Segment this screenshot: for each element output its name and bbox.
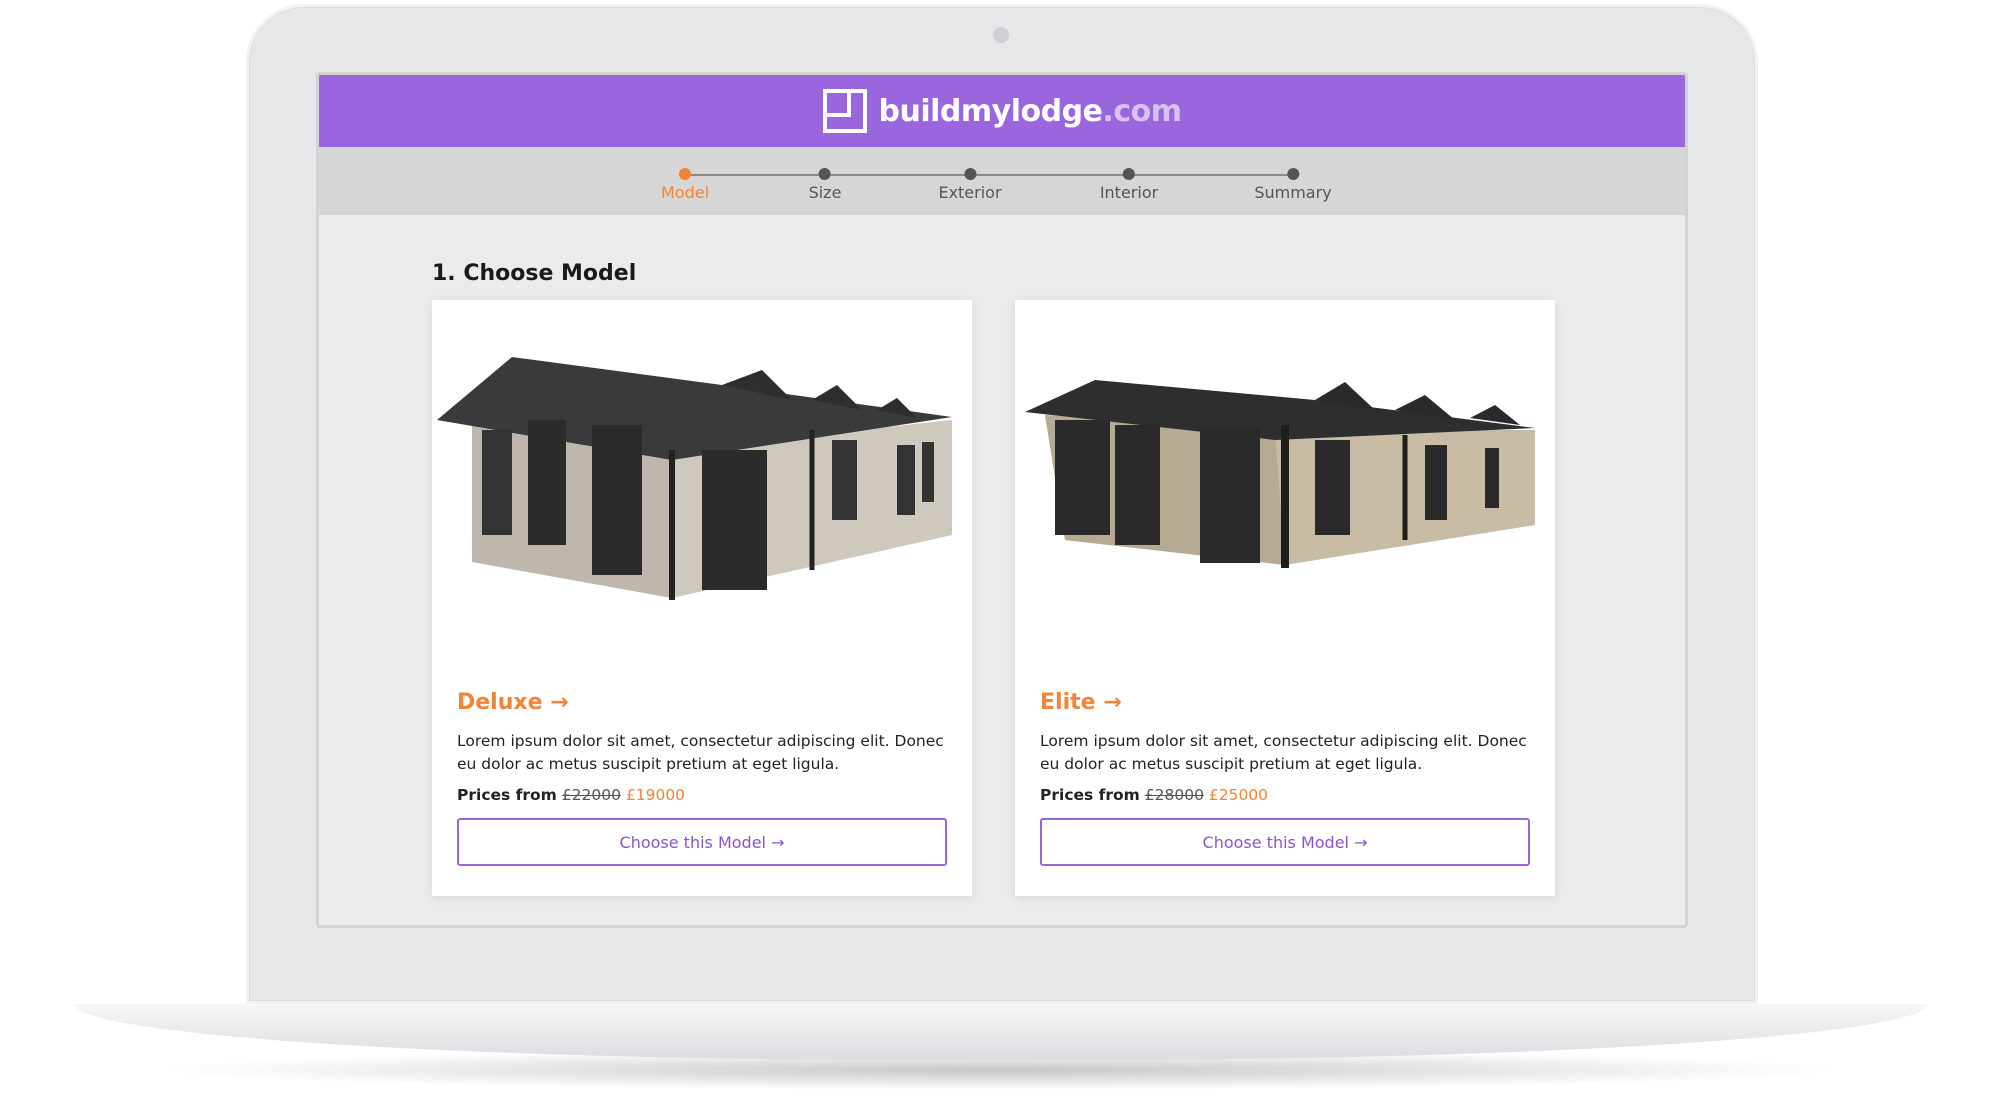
brand-part-lodge: lodge [1010, 93, 1103, 129]
price-line: Prices from £22000 £19000 [457, 786, 685, 804]
old-price: £22000 [561, 786, 621, 804]
new-price: £25000 [1208, 786, 1269, 804]
price-label: Prices from [457, 786, 557, 804]
app-screen: buildmylodge.com Model Size Exterior Int… [316, 72, 1688, 928]
price-line: Prices from £28000 £25000 [1040, 786, 1268, 804]
logo-icon [822, 89, 867, 133]
brand-part-domain: .com [1102, 93, 1182, 129]
step-label: Model [660, 183, 710, 202]
model-name[interactable]: Elite → [1040, 690, 1122, 715]
model-name[interactable]: Deluxe → [457, 690, 569, 715]
new-price: £19000 [625, 786, 686, 804]
step-dot [819, 168, 831, 180]
model-description: Lorem ipsum dolor sit amet, consectetur … [1040, 732, 1527, 773]
section-title: 1. Choose Model [432, 261, 637, 286]
price-label: Prices from [1040, 786, 1140, 804]
brand-part-my: my [960, 93, 1011, 129]
choose-model-button[interactable]: Choose this Model → [1040, 818, 1530, 866]
old-price: £28000 [1144, 786, 1204, 804]
lodge-photo-elite [1025, 380, 1535, 568]
laptop-base [74, 1004, 1928, 1060]
step-interior[interactable]: Interior [1100, 168, 1158, 202]
laptop-mockup: buildmylodge.com Model Size Exterior Int… [0, 0, 2000, 1114]
step-summary[interactable]: Summary [1254, 168, 1332, 202]
step-size[interactable]: Size [808, 168, 842, 202]
step-dot [1286, 168, 1299, 180]
step-dot [1123, 168, 1135, 180]
model-card-elite[interactable]: Elite → Lorem ipsum dolor sit amet, cons… [1015, 300, 1555, 896]
step-dot [964, 168, 976, 180]
model-description: Lorem ipsum dolor sit amet, consectetur … [457, 732, 944, 773]
choose-model-button[interactable]: Choose this Model → [457, 818, 947, 866]
step-label: Size [808, 183, 842, 202]
camera-icon [993, 27, 1009, 43]
step-label: Interior [1099, 183, 1159, 202]
lodge-photo-deluxe [437, 357, 952, 600]
step-label: Summary [1254, 183, 1332, 202]
brand-part-build: build [878, 93, 962, 129]
header-bar: buildmylodge.com [319, 75, 1685, 147]
model-card-deluxe[interactable]: Deluxe → Lorem ipsum dolor sit amet, con… [432, 300, 972, 896]
progress-steps: Model Size Exterior Interior Summary [319, 147, 1685, 215]
step-exterior[interactable]: Exterior [938, 168, 1002, 202]
step-model[interactable]: Model [661, 168, 709, 202]
step-label: Exterior [938, 183, 1002, 202]
step-dot [678, 168, 691, 180]
brand-logo[interactable]: buildmylodge.com [879, 94, 1182, 129]
